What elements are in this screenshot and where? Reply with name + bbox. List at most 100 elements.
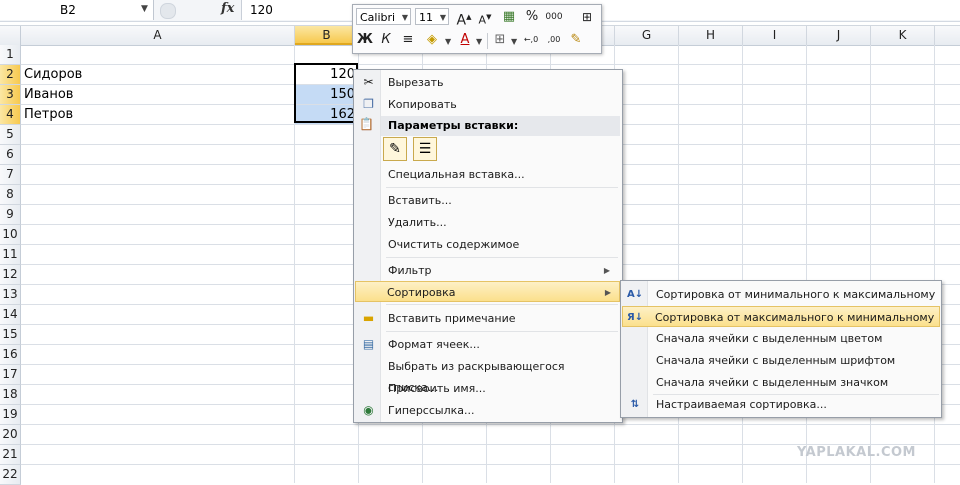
menu-item-label: Сортировка от минимального к максимально… — [656, 288, 936, 301]
decrease-decimal-button[interactable]: ,00 — [543, 31, 565, 49]
menu-item-sort-by-font-color[interactable]: Сначала ячейки с выделенным шрифтом — [623, 350, 939, 371]
font-name-value: Calibri — [360, 11, 396, 24]
font-color-button[interactable]: A — [456, 31, 474, 49]
increase-decimal-button[interactable]: ←,0 — [520, 31, 542, 49]
menu-item-sort-by-icon[interactable]: Сначала ячейки с выделенным значком — [623, 372, 939, 393]
format-painter-styles-button[interactable]: ▦ — [500, 8, 518, 26]
column-header-h[interactable]: H — [679, 26, 743, 45]
menu-item-hyperlink[interactable]: ◉ Гиперссылка... — [356, 400, 618, 421]
column-header-b[interactable]: B — [295, 26, 359, 45]
row-header-7[interactable]: 7 — [0, 165, 21, 185]
menu-separator — [386, 257, 618, 258]
row-header-12[interactable]: 12 — [0, 265, 21, 285]
name-box[interactable]: B2 ▼ — [0, 0, 154, 20]
row-header-15[interactable]: 15 — [0, 325, 21, 345]
align-center-button[interactable]: ≡ — [399, 31, 417, 49]
row-header-8[interactable]: 8 — [0, 185, 21, 205]
row-header-9[interactable]: 9 — [0, 205, 21, 225]
borders-button[interactable]: ⊞ — [491, 31, 509, 49]
row-header-10[interactable]: 10 — [0, 225, 21, 245]
chevron-down-icon[interactable]: ▼ — [445, 37, 451, 46]
row-header-11[interactable]: 11 — [0, 245, 21, 265]
cell-a3[interactable]: Иванов — [21, 85, 294, 104]
chevron-down-icon[interactable]: ▼ — [511, 37, 517, 46]
row-header-20[interactable]: 20 — [0, 425, 21, 445]
menu-item-insert[interactable]: Вставить... — [356, 190, 618, 211]
paste-values-icon[interactable]: ☰ — [413, 137, 437, 161]
chevron-down-icon[interactable]: ▼ — [476, 37, 482, 46]
formula-value: 120 — [250, 3, 273, 17]
menu-item-clear-contents[interactable]: Очистить содержимое — [356, 234, 618, 255]
menu-item-cut[interactable]: ✂ Вырезать — [356, 72, 618, 93]
select-all-corner[interactable] — [0, 26, 21, 45]
cell-a2[interactable]: Сидоров — [21, 65, 294, 84]
merge-center-button[interactable]: ⊞ — [578, 8, 596, 26]
row-header-6[interactable]: 6 — [0, 145, 21, 165]
menu-item-sort-by-cell-color[interactable]: Сначала ячейки с выделенным цветом — [623, 328, 939, 349]
menu-item-filter[interactable]: Фильтр ▶ — [356, 260, 618, 281]
grow-font-button[interactable]: A▲ — [455, 8, 473, 29]
submenu-arrow-icon: ▶ — [604, 288, 611, 297]
chevron-down-icon[interactable]: ▼ — [141, 4, 148, 14]
row-header-18[interactable]: 18 — [0, 385, 21, 405]
column-header-i[interactable]: I — [743, 26, 807, 45]
menu-item-label: Сортировка — [387, 286, 456, 299]
thousands-separator-button[interactable]: 000 — [543, 8, 565, 26]
menu-item-define-name[interactable]: Присвоить имя... — [356, 378, 618, 399]
fill-color-button[interactable]: ◈ — [423, 31, 441, 49]
menu-separator — [386, 331, 618, 332]
insert-function-button[interactable]: fx — [221, 1, 234, 16]
bold-button[interactable]: Ж — [356, 31, 374, 49]
font-name-select[interactable]: Calibri ▼ — [356, 8, 411, 25]
font-size-select[interactable]: 11 ▼ — [415, 8, 449, 25]
italic-button[interactable]: К — [377, 31, 395, 49]
column-header-a[interactable]: A — [21, 26, 295, 45]
column-header-g[interactable]: G — [615, 26, 679, 45]
column-header-k[interactable]: K — [871, 26, 935, 45]
menu-item-sort[interactable]: Сортировка ▶ — [355, 281, 620, 302]
row-header-16[interactable]: 16 — [0, 345, 21, 365]
row-header-22[interactable]: 22 — [0, 465, 21, 485]
menu-item-label: Удалить... — [388, 216, 447, 229]
globe-link-icon: ◉ — [363, 403, 374, 417]
paint-bucket-icon: ◈ — [427, 32, 437, 47]
menu-item-label: Сначала ячейки с выделенным шрифтом — [656, 354, 896, 367]
menu-item-custom-sort[interactable]: ⇅ Настраиваемая сортировка... — [623, 394, 939, 415]
sort-descending-icon: Я↓ — [627, 312, 644, 323]
menu-item-label: Вставить... — [388, 194, 452, 207]
menu-item-format-cells[interactable]: ▤ Формат ячеек... — [356, 334, 618, 355]
row-header-3[interactable]: 3 — [0, 85, 21, 105]
row-header-21[interactable]: 21 — [0, 445, 21, 465]
paste-all-icon[interactable]: ✎ — [383, 137, 407, 161]
row-header-2[interactable]: 2 — [0, 65, 21, 85]
cell-a4[interactable]: Петров — [21, 105, 294, 124]
menu-item-label: Очистить содержимое — [388, 238, 520, 251]
menu-separator — [386, 304, 618, 305]
menu-item-paste-special[interactable]: Специальная вставка... — [356, 164, 618, 185]
menu-item-insert-comment[interactable]: ▬ Вставить примечание — [356, 308, 618, 329]
menu-item-sort-descending[interactable]: Я↓ Сортировка от максимального к минимал… — [622, 306, 940, 327]
menu-item-label: Вставить примечание — [388, 312, 516, 325]
cell-styles-icon: ▦ — [502, 9, 516, 24]
align-center-icon: ≡ — [402, 32, 414, 47]
menu-item-copy[interactable]: ❐ Копировать — [356, 94, 618, 115]
chevron-down-icon[interactable]: ▼ — [402, 9, 408, 26]
row-header-4[interactable]: 4 — [0, 105, 21, 125]
row-header-14[interactable]: 14 — [0, 305, 21, 325]
row-header-17[interactable]: 17 — [0, 365, 21, 385]
menu-item-sort-ascending[interactable]: A↓ Сортировка от минимального к максимал… — [623, 284, 939, 305]
brush-icon: ✎ — [570, 32, 582, 47]
column-header-j[interactable]: J — [807, 26, 871, 45]
percent-button[interactable]: % — [523, 8, 541, 26]
menu-item-delete[interactable]: Удалить... — [356, 212, 618, 233]
menu-item-pick-from-list[interactable]: Выбрать из раскрывающегося списка... — [356, 356, 618, 394]
formula-bar-splitter[interactable] — [160, 3, 176, 19]
row-header-13[interactable]: 13 — [0, 285, 21, 305]
chevron-down-icon[interactable]: ▼ — [440, 9, 446, 26]
format-painter-button[interactable]: ✎ — [567, 31, 585, 49]
shrink-font-button[interactable]: A▼ — [476, 8, 494, 27]
format-cells-icon: ▤ — [362, 337, 375, 351]
row-header-5[interactable]: 5 — [0, 125, 21, 145]
row-header-1[interactable]: 1 — [0, 45, 21, 65]
row-header-19[interactable]: 19 — [0, 405, 21, 425]
